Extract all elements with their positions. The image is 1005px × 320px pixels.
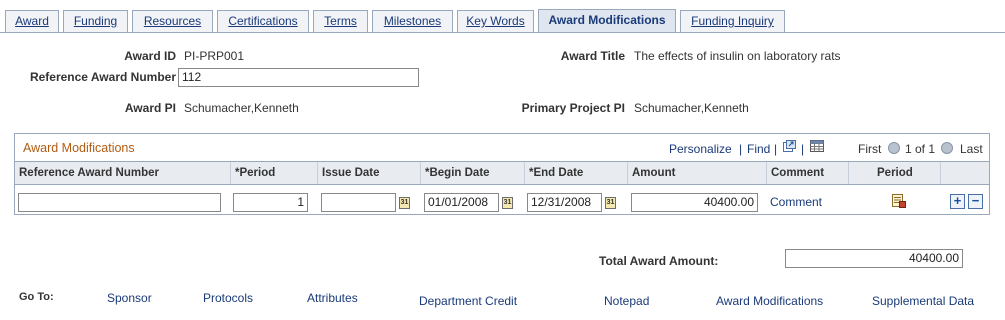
tools-separator: | xyxy=(739,142,743,156)
tab-funding-inquiry[interactable]: Funding Inquiry xyxy=(680,10,785,32)
reference-award-number-field[interactable]: 112 xyxy=(178,68,419,87)
tools-separator-3: | xyxy=(801,142,805,156)
award-title-value: The effects of insulin on laboratory rat… xyxy=(634,49,841,63)
col-amount: Amount xyxy=(627,162,766,184)
goto-protocols-link[interactable]: Protocols xyxy=(203,291,253,305)
tab-funding[interactable]: Funding xyxy=(63,10,128,32)
download-grid-icon[interactable] xyxy=(810,140,824,152)
col-end-date: *End Date xyxy=(524,162,627,184)
tab-key-words[interactable]: Key Words xyxy=(457,10,534,32)
delete-row-button[interactable]: − xyxy=(968,194,983,209)
row-reference-award-number-input[interactable] xyxy=(18,193,221,212)
total-award-amount-label: Total Award Amount: xyxy=(599,254,719,268)
tab-milestones[interactable]: Milestones xyxy=(372,10,453,32)
row-range: 1 of 1 xyxy=(905,142,936,156)
previous-row-icon[interactable] xyxy=(888,142,900,154)
primary-project-pi-label: Primary Project PI xyxy=(521,101,625,115)
award-modifications-grid: Award Modifications Personalize | Find |… xyxy=(14,133,990,215)
col-period: *Period xyxy=(230,162,317,184)
tab-baseline xyxy=(0,32,1005,33)
col-begin-date: *Begin Date xyxy=(420,162,524,184)
total-award-amount-field: 40400.00 xyxy=(785,249,963,268)
goto-award-modifications-link[interactable]: Award Modifications xyxy=(716,294,823,308)
col-actions xyxy=(940,162,989,184)
row-comment-link[interactable]: Comment xyxy=(770,195,822,209)
next-row-icon[interactable] xyxy=(941,142,953,154)
col-period-detail: Period xyxy=(848,162,940,184)
begin-date-calendar-icon[interactable]: 31 xyxy=(502,197,513,209)
tab-certifications[interactable]: Certifications xyxy=(217,10,309,32)
personalize-link[interactable]: Personalize xyxy=(669,142,732,156)
reference-award-number-label: Reference Award Number xyxy=(29,70,176,84)
tab-resources[interactable]: Resources xyxy=(132,10,213,32)
award-id-value: PI-PRP001 xyxy=(184,49,245,63)
row-amount-input[interactable]: 40400.00 xyxy=(631,193,758,212)
goto-notepad-link[interactable]: Notepad xyxy=(604,294,649,308)
award-pi-label: Award PI xyxy=(124,101,176,115)
goto-supplemental-data-link[interactable]: Supplemental Data xyxy=(872,294,974,308)
col-issue-date: Issue Date xyxy=(317,162,420,184)
tab-award[interactable]: Award xyxy=(5,10,59,32)
col-comment: Comment xyxy=(766,162,848,184)
col-reference-award-number: Reference Award Number xyxy=(19,167,159,179)
goto-label: Go To: xyxy=(19,291,54,303)
find-link[interactable]: Find xyxy=(747,142,770,156)
row-period-input[interactable]: 1 xyxy=(233,193,308,212)
grid-header-row: Reference Award Number *Period Issue Dat… xyxy=(15,161,989,185)
issue-date-calendar-icon[interactable]: 31 xyxy=(399,197,410,209)
tab-award-modifications[interactable]: Award Modifications xyxy=(538,9,676,32)
tools-separator-2: | xyxy=(774,142,778,156)
first-label: First xyxy=(858,142,882,156)
add-row-button[interactable]: + xyxy=(950,194,965,209)
primary-project-pi-value: Schumacher,Kenneth xyxy=(634,101,749,115)
goto-department-credit-link[interactable]: Department Credit xyxy=(419,294,517,308)
tab-bar: Award Funding Resources Certifications T… xyxy=(0,8,1005,33)
tab-terms[interactable]: Terms xyxy=(313,10,368,32)
period-detail-icon[interactable] xyxy=(891,193,906,208)
view-all-icon[interactable] xyxy=(783,140,796,152)
award-pi-value: Schumacher,Kenneth xyxy=(184,101,299,115)
row-issue-date-input[interactable] xyxy=(321,193,396,212)
row-end-date-input[interactable]: 12/31/2008 xyxy=(527,193,602,212)
last-label: Last xyxy=(960,142,983,156)
grid-title: Award Modifications xyxy=(23,141,135,155)
goto-sponsor-link[interactable]: Sponsor xyxy=(107,291,152,305)
end-date-calendar-icon[interactable]: 31 xyxy=(605,197,616,209)
table-row: 1 31 01/01/2008 31 12/31/2008 31 40400.0… xyxy=(15,185,989,214)
award-title-label: Award Title xyxy=(560,49,625,63)
award-id-label: Award ID xyxy=(124,49,176,63)
row-begin-date-input[interactable]: 01/01/2008 xyxy=(424,193,499,212)
goto-attributes-link[interactable]: Attributes xyxy=(307,291,358,305)
